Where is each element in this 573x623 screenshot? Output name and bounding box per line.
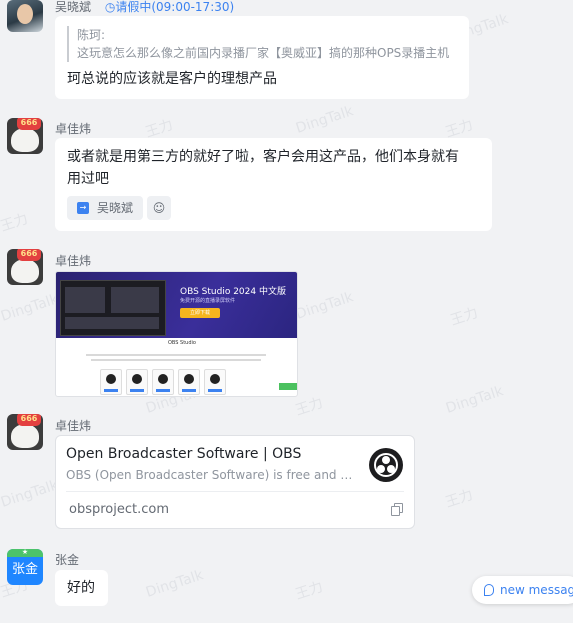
sender-row: 吴晓斌 ◷请假中(09:00-17:30) bbox=[55, 0, 234, 15]
watermark: 王力 bbox=[293, 579, 326, 603]
sender-name[interactable]: 卓佳炜 bbox=[55, 252, 91, 269]
sender-name[interactable]: 张金 bbox=[55, 551, 79, 568]
emoji-add-icon: ☺ bbox=[152, 201, 166, 215]
watermark: DingTalk bbox=[443, 383, 506, 417]
new-messages-button[interactable]: new messag bbox=[472, 576, 573, 604]
clock-icon: ◷ bbox=[104, 0, 116, 14]
avatar[interactable] bbox=[7, 0, 43, 32]
message-bubble[interactable]: 或者就是用第三方的就好了啦，客户会用这产品，他们本身就有 用过吧 → 吴晓斌 ☺ bbox=[55, 138, 492, 231]
message-text: 珂总说的应该就是客户的理想产品 bbox=[67, 71, 277, 87]
image-message[interactable]: OBS Studio 2024 中文版 免费开源的直播录屏软件 立即下载 OBS… bbox=[55, 271, 298, 397]
link-title: Open Broadcaster Software | OBS bbox=[66, 446, 302, 462]
avatar[interactable]: 666 bbox=[7, 414, 43, 450]
reply-quote[interactable]: 陈珂: 这玩意怎么那么像之前国内录播厂家【奥威亚】搞的那种OPS录播主机 bbox=[67, 26, 457, 62]
message-bubble[interactable]: 陈珂: 这玩意怎么那么像之前国内录播厂家【奥威亚】搞的那种OPS录播主机 珂总说… bbox=[55, 16, 469, 99]
leave-status: ◷请假中(09:00-17:30) bbox=[104, 0, 235, 14]
message-text: 好的 bbox=[67, 580, 95, 596]
watermark: DingTalk bbox=[0, 291, 61, 325]
add-reaction-button[interactable]: ☺ bbox=[147, 196, 172, 220]
link-url[interactable]: obsproject.com bbox=[69, 502, 169, 517]
copy-icon[interactable] bbox=[391, 503, 403, 516]
location-pin-icon bbox=[484, 584, 494, 596]
divider bbox=[66, 491, 404, 492]
message-bubble[interactable]: 好的 bbox=[55, 570, 108, 606]
message-actions: → 吴晓斌 ☺ bbox=[67, 196, 480, 220]
message-text: 或者就是用第三方的就好了啦，客户会用这产品，他们本身就有 用过吧 bbox=[67, 149, 459, 187]
watermark: DingTalk bbox=[293, 289, 356, 323]
watermark: DingTalk bbox=[293, 103, 356, 137]
avatar[interactable]: ★ 张金 bbox=[7, 549, 43, 585]
sender-name[interactable]: 卓佳炜 bbox=[55, 417, 91, 434]
new-messages-label: new messag bbox=[500, 583, 573, 597]
watermark: 王力 bbox=[0, 211, 31, 235]
quote-author: 陈珂: bbox=[77, 28, 106, 42]
avatar[interactable]: 666 bbox=[7, 249, 43, 285]
forward-icon: → bbox=[77, 202, 89, 214]
avatar[interactable]: 666 bbox=[7, 118, 43, 154]
watermark: 王力 bbox=[443, 487, 476, 511]
watermark: DingTalk bbox=[0, 477, 61, 511]
image-banner: OBS Studio 2024 中文版 免费开源的直播录屏软件 立即下载 bbox=[56, 272, 297, 338]
watermark: DingTalk bbox=[143, 567, 206, 601]
sender-name[interactable]: 吴晓斌 bbox=[55, 0, 91, 14]
link-preview-card[interactable]: Open Broadcaster Software | OBS OBS (Ope… bbox=[55, 435, 415, 529]
watermark: 王力 bbox=[293, 395, 326, 419]
mention-chip[interactable]: → 吴晓斌 bbox=[67, 196, 144, 220]
watermark: 王力 bbox=[448, 305, 481, 329]
link-description: OBS (Open Broadcaster Software) is free … bbox=[66, 468, 354, 482]
obs-logo-icon bbox=[369, 448, 403, 482]
quote-text: 这玩意怎么那么像之前国内录播厂家【奥威亚】搞的那种OPS录播主机 bbox=[77, 46, 450, 60]
sender-name[interactable]: 卓佳炜 bbox=[55, 120, 91, 137]
